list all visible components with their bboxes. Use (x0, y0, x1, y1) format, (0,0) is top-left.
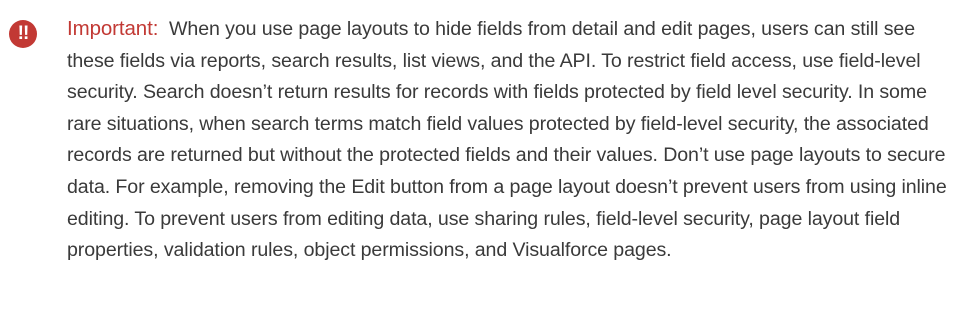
note-text: When you use page layouts to hide fields… (67, 18, 947, 262)
exclamation-icon: !! (9, 20, 37, 48)
note-body: Important: When you use page layouts to … (67, 13, 951, 267)
important-note: !! Important: When you use page layouts … (0, 0, 954, 320)
note-label: Important: (67, 17, 159, 40)
